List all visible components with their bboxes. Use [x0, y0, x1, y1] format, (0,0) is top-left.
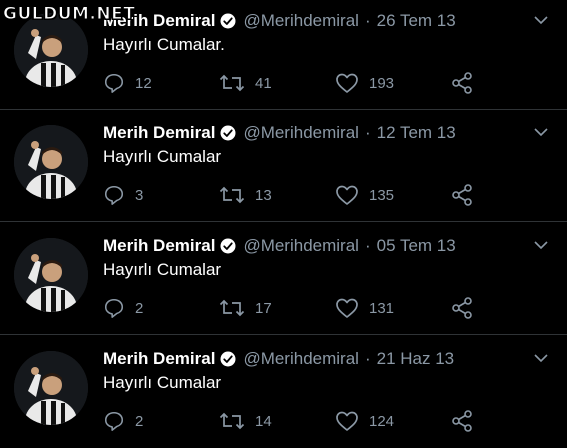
reply-icon — [104, 298, 124, 318]
like-count: 124 — [369, 412, 395, 430]
avatar[interactable] — [14, 238, 88, 312]
retweet-count: 17 — [255, 299, 272, 317]
tweet-actions: 3 13 135 — [103, 184, 483, 206]
verified-badge-icon — [220, 351, 236, 367]
share-icon — [452, 410, 472, 432]
share-button[interactable] — [451, 297, 473, 319]
avatar[interactable] — [14, 351, 88, 425]
tweet-actions: 2 14 124 — [103, 410, 483, 432]
divider — [0, 221, 567, 222]
like-count: 131 — [369, 299, 395, 317]
reply-count: 2 — [135, 412, 144, 430]
retweet-icon — [219, 412, 245, 430]
chevron-down-icon[interactable] — [533, 14, 549, 26]
like-icon — [336, 411, 358, 431]
like-icon — [336, 185, 358, 205]
chevron-down-icon[interactable] — [533, 126, 549, 138]
divider — [0, 334, 567, 335]
like-count: 193 — [369, 74, 395, 92]
tweet-text: Hayırlı Cumalar — [103, 260, 222, 279]
tweet[interactable]: Merih Demiral @Merihdemiral · 12 Tem 13 … — [0, 110, 567, 222]
reply-icon — [104, 185, 124, 205]
retweet-button[interactable]: 17 — [219, 297, 272, 319]
retweet-icon — [219, 74, 245, 92]
retweet-icon — [219, 186, 245, 204]
author-name[interactable]: Merih Demiral — [103, 349, 215, 369]
reply-count: 3 — [135, 186, 144, 204]
watermark-logo: GULDUM.NET — [2, 4, 136, 25]
retweet-count: 13 — [255, 186, 272, 204]
reply-count: 2 — [135, 299, 144, 317]
tweet-date[interactable]: 21 Haz 13 — [377, 349, 455, 369]
reply-icon — [104, 411, 124, 431]
tweet-actions: 2 17 131 — [103, 297, 483, 319]
separator-dot: · — [364, 349, 371, 368]
like-button[interactable]: 135 — [335, 184, 394, 206]
share-icon — [452, 297, 472, 319]
tweet-actions: 12 41 193 — [103, 72, 483, 94]
like-button[interactable]: 131 — [335, 297, 394, 319]
tweet-text: Hayırlı Cumalar — [103, 373, 222, 392]
tweet-header: Merih Demiral @Merihdemiral · 21 Haz 13 — [103, 348, 454, 370]
reply-button[interactable]: 3 — [103, 184, 143, 206]
like-button[interactable]: 124 — [335, 410, 394, 432]
reply-count: 12 — [135, 74, 152, 92]
reply-button[interactable]: 2 — [103, 297, 143, 319]
tweet-header: Merih Demiral @Merihdemiral · 12 Tem 13 — [103, 122, 456, 144]
verified-badge-icon — [220, 238, 236, 254]
retweet-count: 14 — [255, 412, 272, 430]
like-icon — [336, 298, 358, 318]
separator-dot: · — [364, 123, 371, 142]
tweet-text: Hayırlı Cumalar. — [103, 35, 225, 54]
author-handle[interactable]: @Merihdemiral — [243, 236, 359, 256]
chevron-down-icon[interactable] — [533, 352, 549, 364]
retweet-button[interactable]: 13 — [219, 184, 272, 206]
like-count: 135 — [369, 186, 395, 204]
verified-badge-icon — [220, 125, 236, 141]
author-name[interactable]: Merih Demiral — [103, 236, 215, 256]
verified-badge-icon — [220, 13, 236, 29]
tweet-header: Merih Demiral @Merihdemiral · 26 Tem 13 — [103, 10, 456, 32]
tweet-header: Merih Demiral @Merihdemiral · 05 Tem 13 — [103, 235, 456, 257]
avatar[interactable] — [14, 125, 88, 199]
share-button[interactable] — [451, 72, 473, 94]
tweet-date[interactable]: 26 Tem 13 — [377, 11, 456, 31]
like-button[interactable]: 193 — [335, 72, 394, 94]
retweet-count: 41 — [255, 74, 272, 92]
author-name[interactable]: Merih Demiral — [103, 123, 215, 143]
tweet[interactable]: Merih Demiral @Merihdemiral · 05 Tem 13 … — [0, 223, 567, 335]
tweet-text: Hayırlı Cumalar — [103, 147, 222, 166]
avatar[interactable] — [14, 13, 88, 87]
reply-button[interactable]: 2 — [103, 410, 143, 432]
author-handle[interactable]: @Merihdemiral — [243, 349, 359, 369]
reply-button[interactable]: 12 — [103, 72, 152, 94]
separator-dot: · — [364, 236, 371, 255]
tweet-date[interactable]: 12 Tem 13 — [377, 123, 456, 143]
share-button[interactable] — [451, 410, 473, 432]
share-icon — [452, 184, 472, 206]
author-handle[interactable]: @Merihdemiral — [243, 123, 359, 143]
separator-dot: · — [364, 11, 371, 30]
tweet-feed: Merih Demiral @Merihdemiral · 26 Tem 13 … — [0, 0, 567, 445]
tweet[interactable]: Merih Demiral @Merihdemiral · 21 Haz 13 … — [0, 336, 567, 448]
retweet-button[interactable]: 14 — [219, 410, 272, 432]
tweet-date[interactable]: 05 Tem 13 — [377, 236, 456, 256]
retweet-icon — [219, 299, 245, 317]
author-handle[interactable]: @Merihdemiral — [243, 11, 359, 31]
like-icon — [336, 73, 358, 93]
chevron-down-icon[interactable] — [533, 239, 549, 251]
share-button[interactable] — [451, 184, 473, 206]
retweet-button[interactable]: 41 — [219, 72, 272, 94]
share-icon — [452, 72, 472, 94]
reply-icon — [104, 73, 124, 93]
